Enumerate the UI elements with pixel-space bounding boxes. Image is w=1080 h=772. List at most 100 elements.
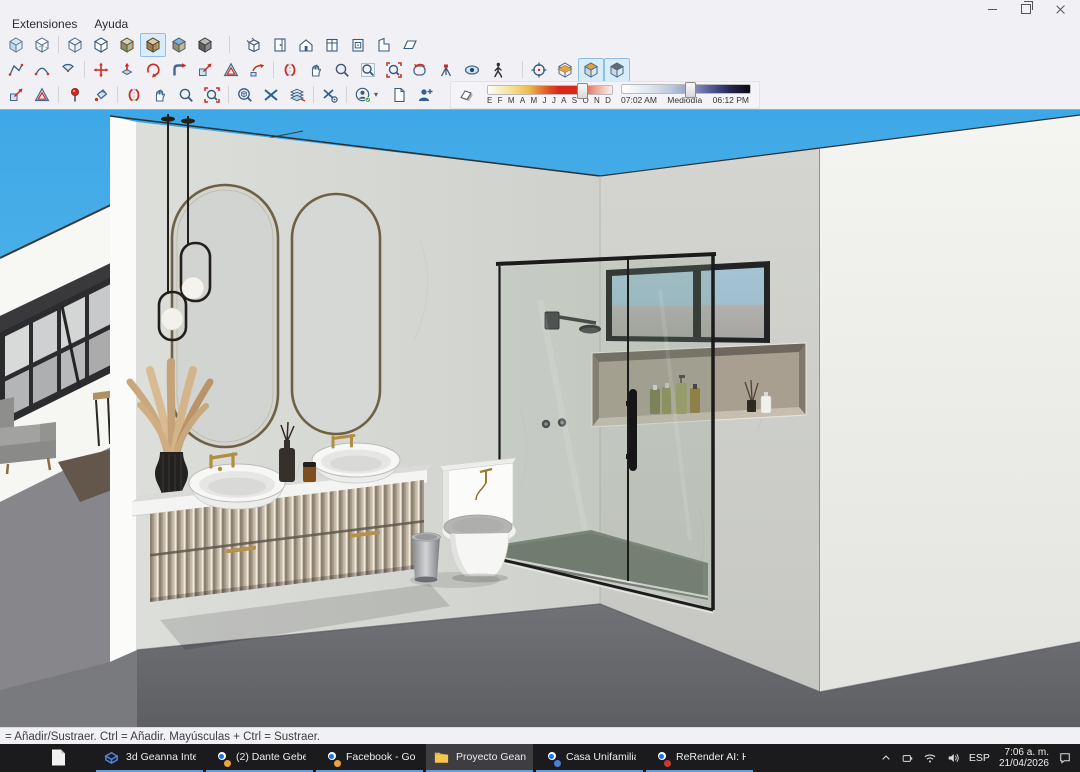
taskbar-item-chrome-casa[interactable]: Casa Unifamiliar en... — [536, 744, 643, 772]
pan-icon-2[interactable] — [147, 83, 173, 107]
tray-clock[interactable]: 7:06 a. m. 21/04/2026 — [999, 747, 1049, 769]
zoom-extents-icon-2[interactable] — [199, 83, 225, 107]
notifications-icon[interactable] — [1058, 751, 1072, 765]
window-tool-icon[interactable] — [319, 33, 345, 57]
follow-me-icon[interactable] — [166, 58, 192, 82]
tray-date: 21/04/2026 — [999, 758, 1049, 769]
volume-icon[interactable] — [946, 751, 960, 765]
house-tool-icon[interactable] — [293, 33, 319, 57]
push-pull-icon[interactable] — [114, 58, 140, 82]
taskbar-label: Casa Unifamiliar en... — [566, 751, 636, 763]
account-icon[interactable] — [350, 83, 376, 107]
pan-icon[interactable] — [303, 58, 329, 82]
restore-button[interactable] — [1010, 2, 1042, 16]
style-xray-icon[interactable] — [3, 33, 29, 57]
position-camera-pin-icon[interactable] — [62, 83, 88, 107]
background-building[interactable] — [0, 202, 124, 727]
roof-tool-icon[interactable] — [371, 33, 397, 57]
viewport-3d[interactable] — [0, 109, 1080, 727]
right-wall[interactable] — [820, 115, 1080, 692]
tray-expand-icon[interactable] — [880, 752, 892, 764]
zoom-icon-2[interactable] — [173, 83, 199, 107]
time-slider-track[interactable] — [621, 84, 751, 94]
x-gear-icon[interactable] — [317, 83, 343, 107]
taskbar-item-chrome-facebook[interactable]: Facebook - Google ... — [316, 744, 423, 772]
paint-bucket-icon[interactable] — [88, 83, 114, 107]
add-person-icon[interactable] — [412, 83, 438, 107]
battery-icon[interactable] — [901, 752, 914, 765]
mirror-right[interactable] — [292, 194, 380, 434]
walk-icon[interactable] — [485, 58, 511, 82]
system-tray: ESP 7:06 a. m. 21/04/2026 — [880, 744, 1080, 772]
freehand-icon[interactable] — [3, 58, 29, 82]
scene-canvas[interactable] — [0, 110, 1080, 727]
new-document-icon[interactable] — [386, 83, 412, 107]
menu-extensiones[interactable]: Extensiones — [12, 17, 77, 31]
camera-target-icon[interactable] — [526, 58, 552, 82]
style-hidden-line-icon[interactable] — [88, 33, 114, 57]
door-tool-icon[interactable] — [267, 33, 293, 57]
curve-cross-icon[interactable] — [258, 83, 284, 107]
arc-icon[interactable] — [29, 58, 55, 82]
zoom-extents-icon[interactable] — [381, 58, 407, 82]
sink-right[interactable] — [312, 443, 400, 483]
minimize-button[interactable] — [976, 2, 1008, 16]
wifi-icon[interactable] — [923, 751, 937, 765]
toolbar-row-extra: ▾ EFMAMJJASOND — [0, 82, 1080, 107]
slab-tool-icon[interactable] — [397, 33, 423, 57]
previous-view-icon[interactable] — [407, 58, 433, 82]
time-start-label: 07:02 AM — [621, 95, 657, 105]
style-back-edges-icon[interactable] — [29, 33, 55, 57]
close-button[interactable] — [1044, 2, 1076, 16]
style-monochrome-icon[interactable] — [192, 33, 218, 57]
folder-icon — [433, 749, 450, 766]
scale-icon-2[interactable] — [3, 83, 29, 107]
time-end-label: 06:12 PM — [713, 95, 749, 105]
move-icon[interactable] — [88, 58, 114, 82]
trash-can[interactable] — [412, 533, 441, 583]
shadow-time-slider[interactable]: 07:02 AM Mediodía 06:12 PM — [621, 84, 751, 105]
offset-icon-2[interactable] — [29, 83, 55, 107]
pie-icon[interactable] — [55, 58, 81, 82]
zoom-window-icon[interactable] — [355, 58, 381, 82]
display-section-fill-icon[interactable] — [604, 58, 630, 82]
date-slider-track[interactable] — [487, 85, 613, 95]
style-wireframe-icon[interactable] — [62, 33, 88, 57]
look-around-icon[interactable] — [459, 58, 485, 82]
zoom-icon[interactable] — [329, 58, 355, 82]
time-slider-thumb[interactable] — [685, 82, 696, 98]
rotate-icon[interactable] — [140, 58, 166, 82]
style-shaded-textures-icon[interactable] — [140, 33, 166, 57]
taskbar-item-explorer[interactable]: Proyecto Geanna 4 — [426, 744, 533, 772]
menu-ayuda[interactable]: Ayuda — [94, 17, 128, 31]
status-bar: = Añadir/Sustraer. Ctrl = Añadir. Mayúsc… — [0, 727, 1080, 745]
position-camera-icon[interactable] — [433, 58, 459, 82]
taskbar-item-sketchup[interactable]: 3d Geanna Interior ... — [96, 744, 203, 772]
shadow-date-slider[interactable]: EFMAMJJASOND — [487, 85, 613, 105]
flip-icon[interactable] — [277, 58, 303, 82]
taskbar-label: Proyecto Geanna 4 — [456, 751, 526, 763]
date-slider-thumb[interactable] — [577, 83, 588, 99]
style-shaded-icon[interactable] — [114, 33, 140, 57]
language-indicator[interactable]: ESP — [969, 752, 990, 764]
sink-left[interactable] — [189, 464, 285, 509]
style-textured-icon[interactable] — [166, 33, 192, 57]
chrome-icon — [653, 749, 670, 766]
shower-glass[interactable] — [496, 254, 716, 613]
viewer-icon[interactable] — [232, 83, 258, 107]
offset-icon[interactable] — [218, 58, 244, 82]
rotated-rectangle-icon[interactable] — [244, 58, 270, 82]
box-tool-icon[interactable] — [241, 33, 267, 57]
taskbar-item-chrome-rerender[interactable]: ReRender AI: Herra... — [646, 744, 753, 772]
display-section-cuts-icon[interactable] — [578, 58, 604, 82]
layers-stack-icon[interactable] — [284, 83, 310, 107]
toggle-shadows-icon[interactable] — [453, 83, 479, 107]
scale-icon[interactable] — [192, 58, 218, 82]
flip-icon-2[interactable] — [121, 83, 147, 107]
section-plane-icon[interactable] — [552, 58, 578, 82]
taskbar-item-chrome-dante[interactable]: (2) Dante Gebel #94... — [206, 744, 313, 772]
menu-bar: Extensiones Ayuda — [0, 16, 128, 32]
account-caret-icon[interactable]: ▾ — [374, 90, 378, 99]
cabinet-tool-icon[interactable] — [345, 33, 371, 57]
taskbar-item-document[interactable] — [44, 744, 88, 772]
